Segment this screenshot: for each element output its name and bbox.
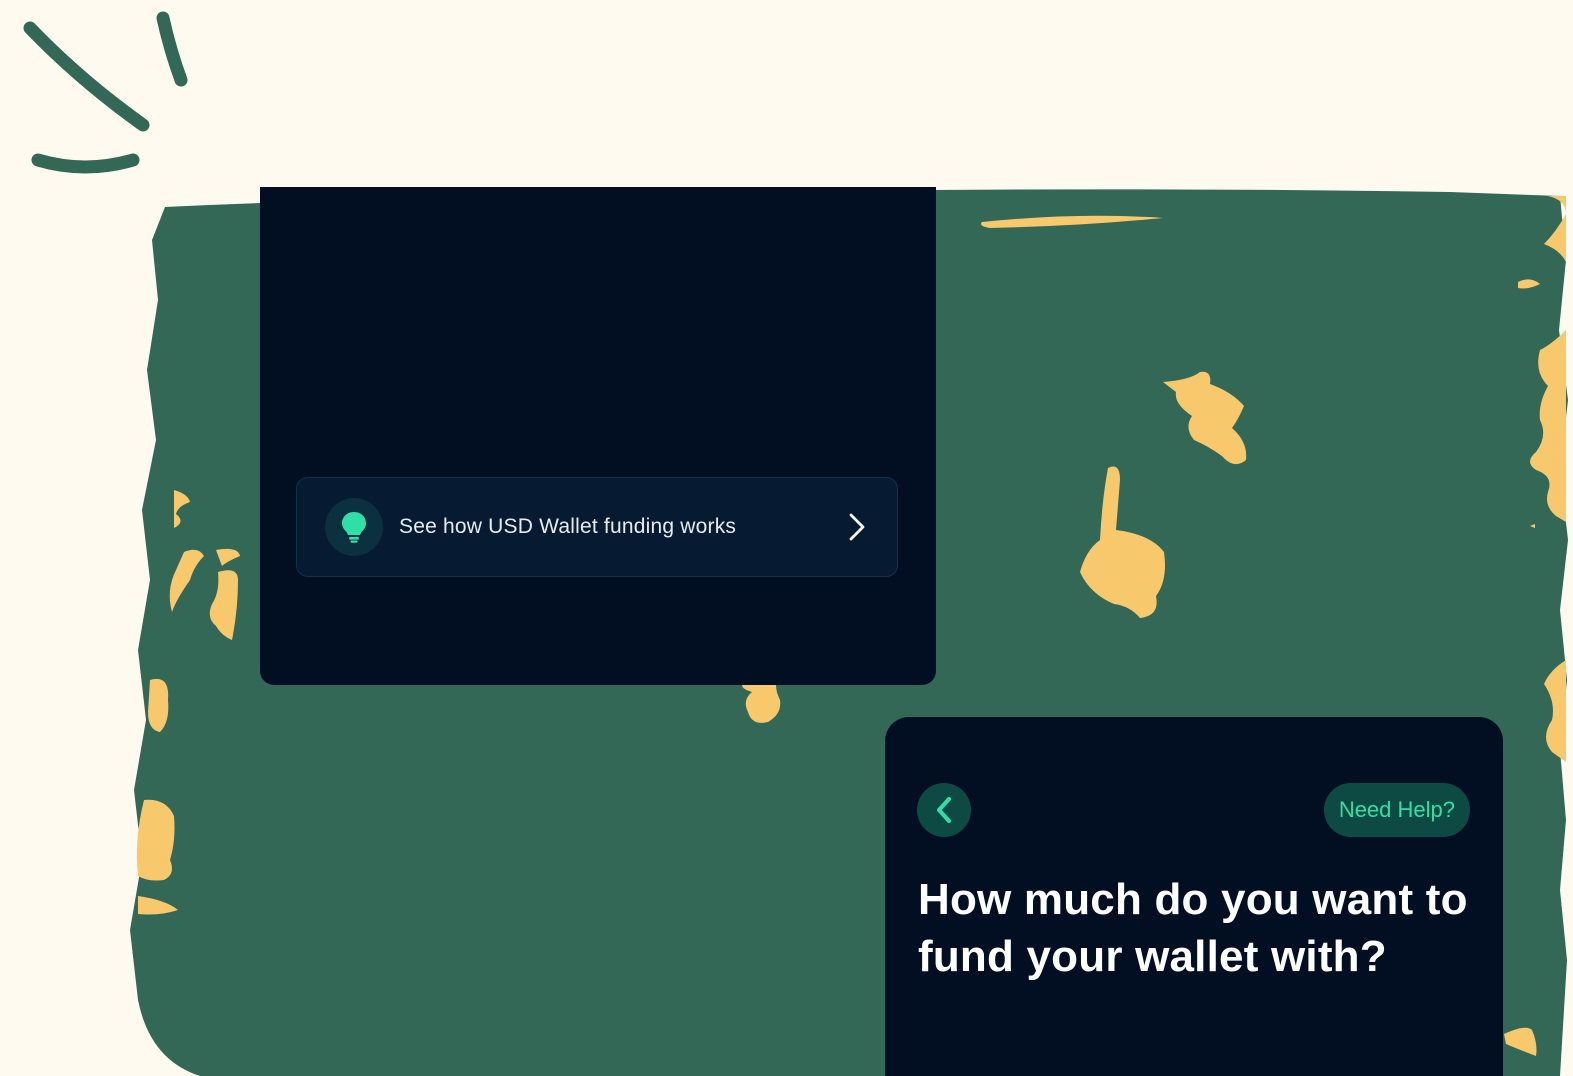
promo-canvas: See how USD Wallet funding works Need He…: [0, 0, 1573, 1076]
back-button[interactable]: [917, 783, 971, 837]
need-help-button[interactable]: Need Help?: [1323, 783, 1470, 837]
fund-wallet-panel: Need Help? How much do you want to fund …: [885, 717, 1503, 1076]
wallet-info-panel: See how USD Wallet funding works: [260, 187, 936, 685]
lightbulb-icon: [342, 512, 366, 543]
tip-label: See how USD Wallet funding works: [399, 515, 737, 538]
usd-wallet-funding-tip[interactable]: See how USD Wallet funding works: [296, 477, 898, 577]
chevron-left-icon: [937, 797, 951, 823]
fund-amount-question: How much do you want to fund your wallet…: [918, 875, 1468, 981]
sparkle-strokes-icon: [23, 11, 188, 174]
tip-icon-badge: [325, 498, 383, 556]
chevron-right-icon: [843, 510, 871, 544]
